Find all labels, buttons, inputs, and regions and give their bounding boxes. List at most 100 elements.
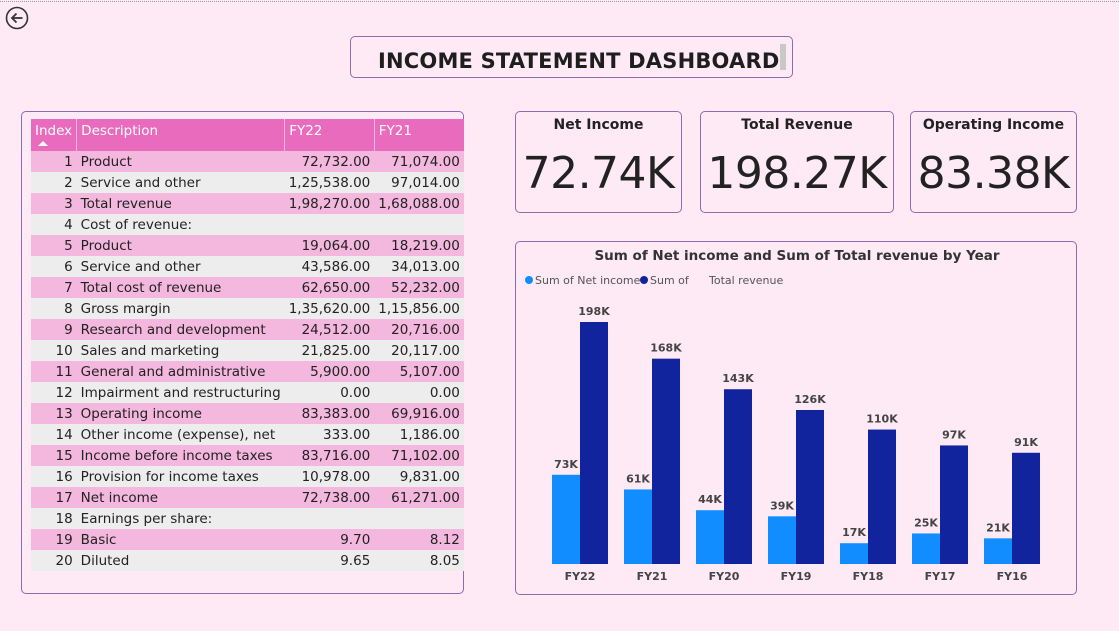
chart-title: Sum of Net income and Sum of Total reven… [594, 248, 999, 264]
cell-description: Product [76, 235, 285, 256]
bar-net-income [912, 533, 940, 564]
cell-fy21: 20,117.00 [374, 340, 464, 361]
table-row[interactable]: 15 Income before income taxes 83,716.00 71,… [31, 445, 464, 466]
table-row[interactable]: 6 Service and other 43,586.00 34,013.00 [31, 256, 464, 277]
data-label-net-income: 17K [842, 526, 866, 539]
cell-fy22: 72,738.00 [284, 487, 375, 508]
data-label-total-revenue: 97K [942, 428, 966, 441]
cell-fy22: 62,650.00 [284, 277, 375, 298]
bar-net-income [840, 543, 868, 564]
cell-fy21: 20,716.00 [374, 319, 464, 340]
cell-fy22: 9.70 [284, 529, 375, 550]
cell-fy21: 0.00 [374, 382, 464, 403]
table-row[interactable]: 16 Provision for income taxes 10,978.00 9,8… [31, 466, 464, 487]
legend-label-total-revenue-cont: Total revenue [708, 274, 783, 287]
dashboard-title: INCOME STATEMENT DASHBOARD [378, 49, 780, 73]
table-row[interactable]: 14 Other income (expense), net 333.00 1,186… [31, 424, 464, 445]
cell-description: Earnings per share: [76, 508, 285, 529]
data-label-total-revenue: 168K [650, 342, 682, 355]
cell-description: Total revenue [76, 193, 285, 214]
legend-marker-total-revenue [640, 276, 648, 284]
table-row[interactable]: 18 Earnings per share: [31, 508, 464, 529]
kpi-label: Net Income [553, 117, 644, 133]
cell-description: Net income [76, 487, 285, 508]
cell-index: 3 [31, 193, 77, 214]
bar-total-revenue [940, 445, 968, 564]
cell-fy22: 72,732.00 [284, 151, 375, 172]
table-row[interactable]: 7 Total cost of revenue 62,650.00 52,232.00 [31, 277, 464, 298]
table-row[interactable]: 17 Net income 72,738.00 61,271.00 [31, 487, 464, 508]
table-row[interactable]: 3 Total revenue 1,98,270.00 1,68,088.00 [31, 193, 464, 214]
cell-index: 20 [31, 550, 77, 571]
cell-fy21: 61,271.00 [374, 487, 464, 508]
data-label-total-revenue: 110K [866, 413, 898, 426]
cell-fy21: 8.12 [374, 529, 464, 550]
cell-fy22: 10,978.00 [284, 466, 375, 487]
table-row[interactable]: 2 Service and other 1,25,538.00 97,014.00 [31, 172, 464, 193]
net-income-revenue-chart: Sum of Net income and Sum of Total reven… [525, 248, 1040, 583]
kpi-value: 72.74K [522, 148, 675, 199]
table-row[interactable]: 4 Cost of revenue: [31, 214, 464, 235]
cell-description: Service and other [76, 172, 285, 193]
income-statement-table: Index Description FY22 FY21 1 Product 72,7… [31, 119, 464, 571]
cell-description: Research and development [76, 319, 285, 340]
bar-total-revenue [652, 358, 680, 564]
cell-description: Income before income taxes [76, 445, 285, 466]
column-header-fy21[interactable]: FY21 [374, 119, 464, 151]
table-row[interactable]: 1 Product 72,732.00 71,074.00 [31, 151, 464, 172]
cell-fy21: 34,013.00 [374, 256, 464, 277]
title-scrollbar[interactable] [780, 44, 786, 70]
table-row[interactable]: 19 Basic 9.70 8.12 [31, 529, 464, 550]
kpi-card-total-revenue: Total Revenue 198.27K [700, 111, 894, 213]
cell-fy22: 333.00 [284, 424, 375, 445]
x-tick-label: FY19 [781, 570, 812, 583]
table-row[interactable]: 13 Operating income 83,383.00 69,916.00 [31, 403, 464, 424]
x-tick-label: FY21 [637, 570, 668, 583]
cell-description: General and administrative [76, 361, 285, 382]
cell-fy22: 21,825.00 [284, 340, 375, 361]
table-row[interactable]: 8 Gross margin 1,35,620.00 1,15,856.00 [31, 298, 464, 319]
cell-description: Service and other [76, 256, 285, 277]
column-header-description[interactable]: Description [76, 119, 286, 151]
kpi-card-net-income: Net Income 72.74K [515, 111, 682, 213]
cell-index: 12 [31, 382, 77, 403]
table-row[interactable]: 12 Impairment and restructuring 0.00 0.00 [31, 382, 464, 403]
table-row[interactable]: 9 Research and development 24,512.00 20,716… [31, 319, 464, 340]
bar-net-income [696, 510, 724, 564]
cell-fy21 [374, 214, 464, 235]
x-tick-label: FY20 [709, 570, 740, 583]
cell-index: 13 [31, 403, 77, 424]
cell-fy22: 1,25,538.00 [284, 172, 375, 193]
table-row[interactable]: 20 Diluted 9.65 8.05 [31, 550, 464, 571]
cell-description: Other income (expense), net [76, 424, 285, 445]
top-dotted-border [0, 1, 1119, 2]
cell-index: 18 [31, 508, 77, 529]
table-row[interactable]: 11 General and administrative 5,900.00 5,10… [31, 361, 464, 382]
cell-fy22: 9.65 [284, 550, 375, 571]
bar-total-revenue [724, 389, 752, 564]
cell-index: 19 [31, 529, 77, 550]
kpi-label: Operating Income [922, 117, 1065, 133]
x-tick-label: FY22 [565, 570, 596, 583]
cell-fy22: 83,716.00 [284, 445, 375, 466]
column-header-fy22[interactable]: FY22 [284, 119, 375, 151]
column-header-index[interactable]: Index [31, 119, 78, 151]
cell-fy22: 24,512.00 [284, 319, 375, 340]
x-tick-label: FY16 [997, 570, 1028, 583]
cell-description: Provision for income taxes [76, 466, 285, 487]
cell-fy21: 1,186.00 [374, 424, 464, 445]
table-row[interactable]: 5 Product 19,064.00 18,219.00 [31, 235, 464, 256]
cell-fy22: 43,586.00 [284, 256, 375, 277]
cell-index: 14 [31, 424, 77, 445]
cell-fy21: 9,831.00 [374, 466, 464, 487]
legend-label-total-revenue: Sum of [650, 274, 690, 287]
back-arrow-circle-icon [5, 6, 29, 30]
cell-fy21: 5,107.00 [374, 361, 464, 382]
data-label-total-revenue: 143K [722, 372, 754, 385]
bar-total-revenue [796, 410, 824, 564]
kpi-value: 83.38K [917, 148, 1070, 199]
table-row[interactable]: 10 Sales and marketing 21,825.00 20,117.00 [31, 340, 464, 361]
cell-index: 9 [31, 319, 77, 340]
data-label-net-income: 73K [554, 458, 578, 471]
back-button[interactable] [5, 6, 29, 30]
